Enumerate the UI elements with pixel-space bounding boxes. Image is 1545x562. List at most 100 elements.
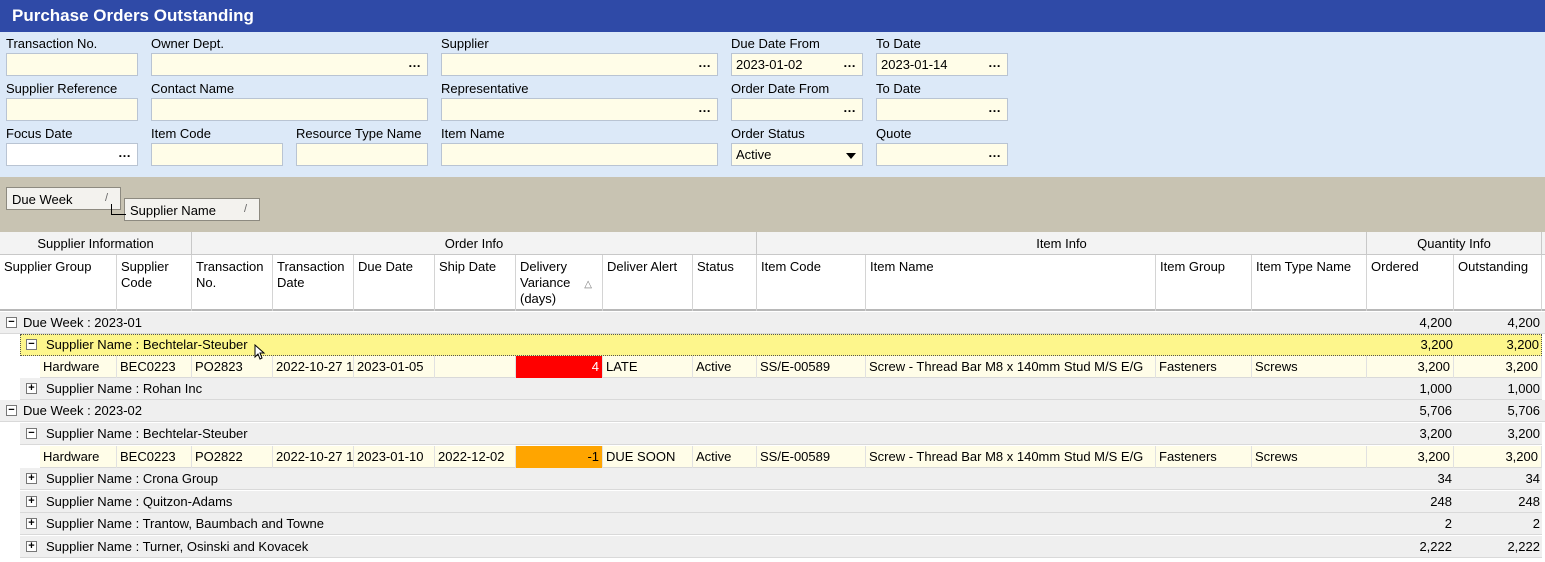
col-header-item-code[interactable]: Item Code: [757, 255, 866, 311]
supplier-browse-button[interactable]: …: [698, 55, 712, 70]
order-to-date-picker-button[interactable]: …: [988, 100, 1002, 115]
table-row[interactable]: Hardware BEC0223 PO2822 2022-10-27 1 202…: [40, 446, 1542, 468]
group-row-due-week[interactable]: − Due Week : 2023-02 5,706 5,706: [0, 400, 1545, 422]
order-to-date-field[interactable]: …: [876, 98, 1008, 121]
transaction-no-field[interactable]: [6, 53, 138, 76]
col-header-supplier-code[interactable]: Supplier Code: [117, 255, 192, 311]
contact-name-field[interactable]: [151, 98, 428, 121]
col-header-outstanding[interactable]: Outstanding: [1454, 255, 1542, 311]
expand-icon[interactable]: +: [26, 496, 37, 507]
group-ordered-total: 3,200: [1420, 337, 1453, 352]
sort-ascending-icon: △: [584, 279, 592, 290]
cell-item-group: Fasteners: [1156, 446, 1252, 468]
resource-type-name-field[interactable]: [296, 143, 428, 166]
collapse-icon[interactable]: −: [26, 339, 37, 350]
cell-status: Active: [693, 356, 757, 378]
window-title: Purchase Orders Outstanding: [12, 6, 254, 25]
focus-date-picker-button[interactable]: …: [118, 145, 132, 160]
transaction-no-label: Transaction No.: [6, 36, 98, 51]
column-header-row: Supplier Group Supplier Code Transaction…: [0, 255, 1545, 311]
order-status-select[interactable]: Active: [731, 143, 863, 166]
group-row-supplier[interactable]: + Supplier Name : Crona Group 34 34: [20, 468, 1542, 490]
due-to-date-value: 2023-01-14: [881, 57, 948, 72]
item-name-field[interactable]: [441, 143, 718, 166]
focus-date-field[interactable]: …: [6, 143, 138, 166]
group-outstanding-total: 3,200: [1507, 426, 1540, 441]
cell-supplier-group: Hardware: [40, 446, 117, 468]
group-row-supplier[interactable]: + Supplier Name : Turner, Osinski and Ko…: [20, 536, 1542, 558]
representative-field[interactable]: …: [441, 98, 718, 121]
band-quantity-info[interactable]: Quantity Info: [1367, 232, 1542, 255]
order-to-date-label: To Date: [876, 81, 921, 96]
collapse-icon[interactable]: −: [6, 317, 17, 328]
collapse-icon[interactable]: −: [6, 405, 17, 416]
window-title-bar: Purchase Orders Outstanding: [0, 0, 1545, 32]
group-row-supplier[interactable]: + Supplier Name : Quitzon-Adams 248 248: [20, 491, 1542, 513]
band-order-info[interactable]: Order Info: [192, 232, 757, 255]
cell-item-group: Fasteners: [1156, 356, 1252, 378]
col-header-delivery-variance[interactable]: Delivery Variance (days) △: [516, 255, 603, 311]
supplier-reference-field[interactable]: [6, 98, 138, 121]
group-outstanding-total: 1,000: [1507, 381, 1540, 396]
group-row-supplier[interactable]: − Supplier Name : Bechtelar-Steuber 3,20…: [20, 334, 1542, 356]
group-ordered-total: 34: [1437, 471, 1452, 486]
item-code-field[interactable]: [151, 143, 283, 166]
supplier-field[interactable]: …: [441, 53, 718, 76]
group-outstanding-total: 5,706: [1507, 403, 1540, 418]
col-header-item-name[interactable]: Item Name: [866, 255, 1156, 311]
quote-field[interactable]: …: [876, 143, 1008, 166]
cell-deliver-alert: LATE: [603, 356, 693, 378]
col-header-due-date[interactable]: Due Date: [354, 255, 435, 311]
col-header-transaction-date[interactable]: Transaction Date: [273, 255, 354, 311]
group-chip-due-week-label: Due Week: [12, 192, 73, 207]
group-chip-supplier-name-label: Supplier Name: [130, 203, 216, 218]
cell-transaction-date: 2022-10-27 1: [273, 356, 354, 378]
representative-browse-button[interactable]: …: [698, 100, 712, 115]
order-date-from-field[interactable]: …: [731, 98, 863, 121]
due-to-date-picker-button[interactable]: …: [988, 55, 1002, 70]
cell-supplier-code: BEC0223: [117, 356, 192, 378]
expand-icon[interactable]: +: [26, 541, 37, 552]
group-row-due-week[interactable]: − Due Week : 2023-01 4,200 4,200: [0, 312, 1545, 334]
expand-icon[interactable]: +: [26, 473, 37, 484]
group-ordered-total: 2,222: [1419, 539, 1452, 554]
expand-icon[interactable]: +: [26, 518, 37, 529]
group-chip-due-week[interactable]: Due Week /: [6, 187, 121, 210]
group-row-supplier[interactable]: − Supplier Name : Bechtelar-Steuber 3,20…: [20, 423, 1542, 445]
due-date-from-picker-button[interactable]: …: [843, 55, 857, 70]
owner-dept-field[interactable]: …: [151, 53, 428, 76]
cell-supplier-code: BEC0223: [117, 446, 192, 468]
group-row-label: Supplier Name : Trantow, Baumbach and To…: [46, 516, 324, 531]
quote-browse-button[interactable]: …: [988, 145, 1002, 160]
col-header-item-group[interactable]: Item Group: [1156, 255, 1252, 311]
group-chip-supplier-name[interactable]: Supplier Name /: [124, 198, 260, 221]
group-ordered-total: 3,200: [1419, 426, 1452, 441]
filter-panel: Transaction No. Owner Dept. Supplier Due…: [0, 32, 1545, 177]
band-supplier-information[interactable]: Supplier Information: [0, 232, 192, 255]
collapse-icon[interactable]: −: [26, 428, 37, 439]
band-item-info[interactable]: Item Info: [757, 232, 1367, 255]
order-date-from-picker-button[interactable]: …: [843, 100, 857, 115]
owner-dept-label: Owner Dept.: [151, 36, 224, 51]
col-header-status[interactable]: Status: [693, 255, 757, 311]
group-row-supplier[interactable]: + Supplier Name : Rohan Inc 1,000 1,000: [20, 378, 1542, 400]
col-header-supplier-group[interactable]: Supplier Group: [0, 255, 117, 311]
group-row-label: Supplier Name : Bechtelar-Steuber: [46, 337, 248, 352]
item-name-label: Item Name: [441, 126, 505, 141]
col-header-deliver-alert[interactable]: Deliver Alert: [603, 255, 693, 311]
due-date-from-field[interactable]: 2023-01-02…: [731, 53, 863, 76]
owner-dept-browse-button[interactable]: …: [408, 55, 422, 70]
group-outstanding-total: 3,200: [1506, 337, 1539, 352]
col-header-ship-date[interactable]: Ship Date: [435, 255, 516, 311]
col-header-transaction-no[interactable]: Transaction No.: [192, 255, 273, 311]
expand-icon[interactable]: +: [26, 383, 37, 394]
due-to-date-field[interactable]: 2023-01-14 …: [876, 53, 1008, 76]
group-ordered-total: 1,000: [1419, 381, 1452, 396]
col-header-ordered[interactable]: Ordered: [1367, 255, 1454, 311]
col-header-item-type-name[interactable]: Item Type Name: [1252, 255, 1367, 311]
group-row-supplier[interactable]: + Supplier Name : Trantow, Baumbach and …: [20, 513, 1542, 535]
chevron-down-icon[interactable]: [846, 153, 856, 159]
orders-grid: Supplier Information Order Info Item Inf…: [0, 232, 1545, 562]
due-date-from-label: Due Date From: [731, 36, 820, 51]
cell-delivery-variance: 4: [516, 356, 603, 378]
